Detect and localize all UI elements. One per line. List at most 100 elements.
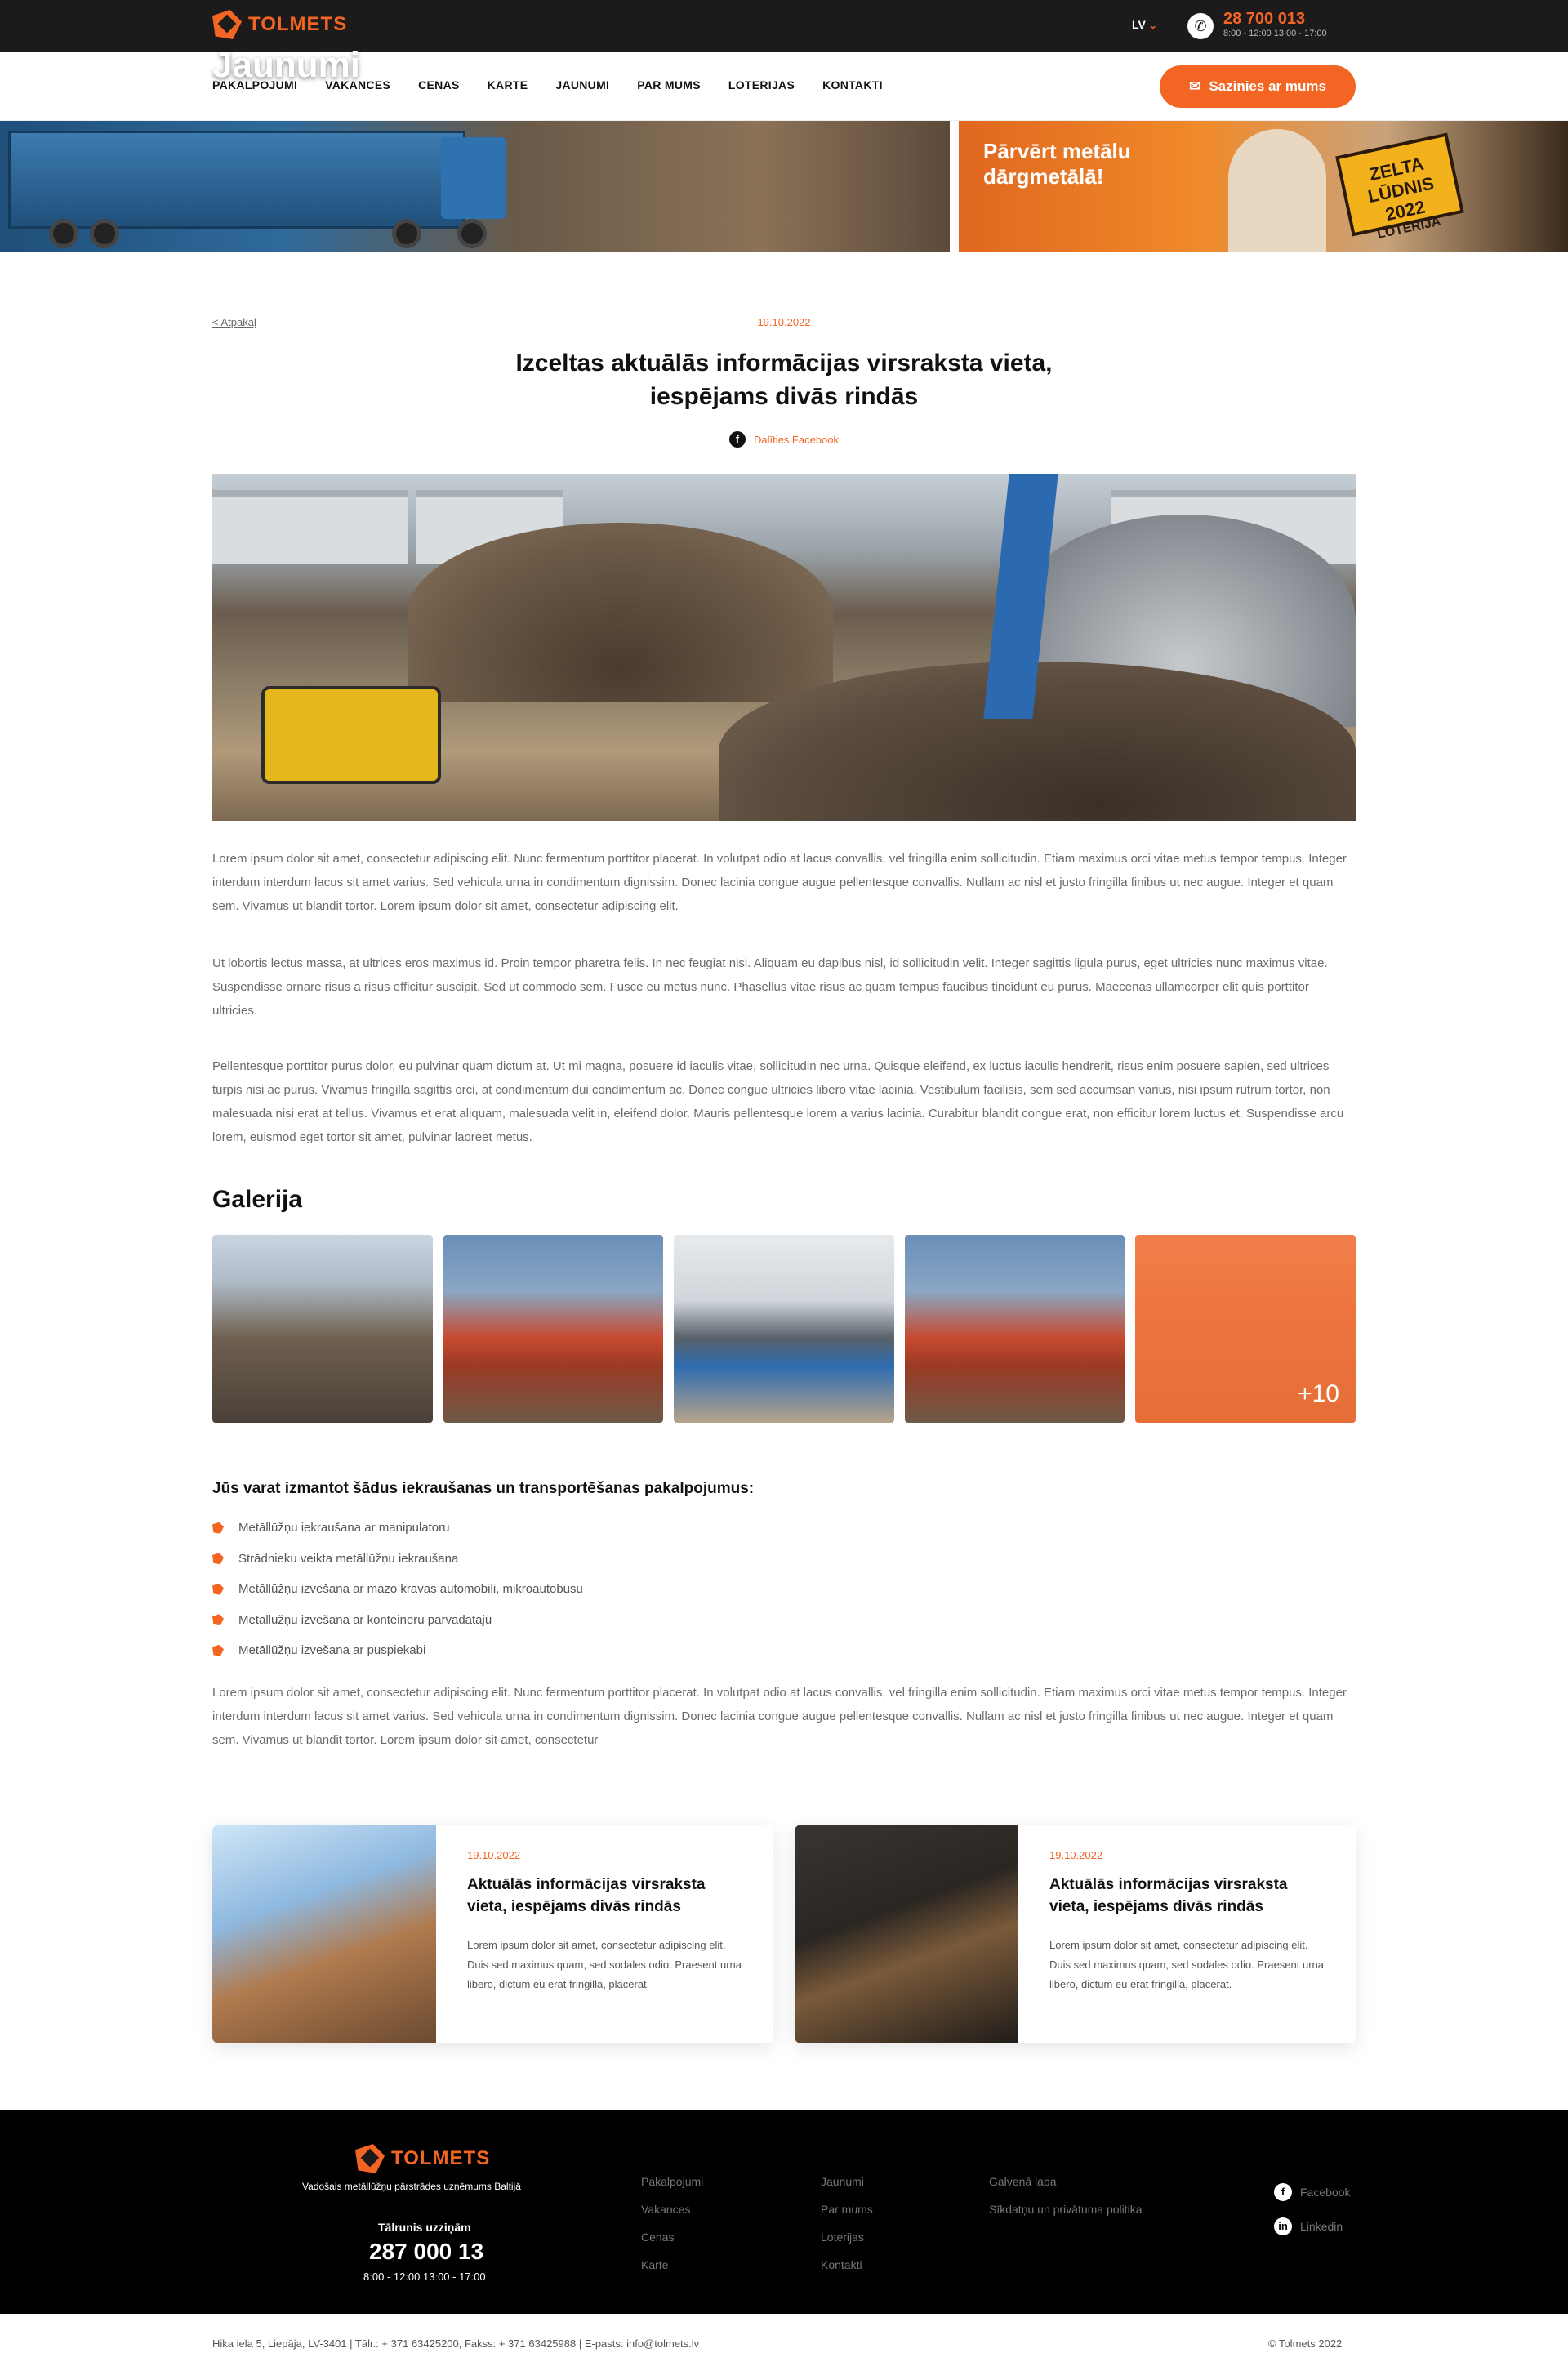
linkedin-icon: in bbox=[1274, 2217, 1292, 2235]
footer-links-col3: Galvenā lapa Sīkdatņu un privātuma polit… bbox=[989, 2175, 1143, 2231]
article-closing-paragraph: Lorem ipsum dolor sit amet, consectetur … bbox=[212, 1686, 1347, 1747]
footer-link[interactable]: Pakalpojumi bbox=[641, 2175, 703, 2203]
hero-truck-image bbox=[8, 131, 466, 229]
footer-links-col1: Pakalpojumi Vakances Cenas Karte bbox=[641, 2175, 703, 2286]
list-item: Metāllūžņu izvešana ar mazo kravas autom… bbox=[212, 1574, 583, 1605]
service-label: Metāllūžņu izvešana ar konteineru pārvad… bbox=[238, 1612, 492, 1627]
phone-icon: ✆ bbox=[1187, 13, 1214, 39]
nav-item-jaunumi[interactable]: JAUNUMI bbox=[555, 78, 609, 91]
footer-tagline: Vadošais metāllūžņu pārstrādes uzņēmums … bbox=[302, 2181, 521, 2192]
logo-icon bbox=[212, 10, 242, 39]
nav-item-kontakti[interactable]: KONTAKTI bbox=[822, 78, 883, 91]
lottery-promo-banner[interactable]: Pārvērt metālu dārgmetālā! ZELTA LŪDNIS … bbox=[959, 121, 1568, 252]
promo-text: Pārvērt metālu dārgmetālā! bbox=[983, 139, 1131, 189]
logo-text: TOLMETS bbox=[248, 13, 348, 35]
footer-logo-text: TOLMETS bbox=[391, 2147, 491, 2169]
news-card-date: 19.10.2022 bbox=[1049, 1849, 1103, 1861]
image-building bbox=[212, 490, 408, 564]
news-card-image bbox=[795, 1825, 1018, 2043]
social-label: Linkedin bbox=[1300, 2220, 1343, 2233]
news-card[interactable]: 19.10.2022 Aktuālās informācijas virsrak… bbox=[795, 1825, 1356, 2043]
footer-links-col2: Jaunumi Par mums Loterijas Kontakti bbox=[821, 2175, 873, 2286]
footer-link[interactable]: Jaunumi bbox=[821, 2175, 873, 2203]
page-title: Jaunumi bbox=[212, 45, 360, 85]
tolmets-bullet-icon bbox=[212, 1614, 224, 1626]
gallery-thumb[interactable] bbox=[904, 1235, 1125, 1423]
top-phone-hours: 8:00 - 12:00 13:00 - 17:00 bbox=[1223, 29, 1327, 38]
list-item: Strādnieku veikta metāllūžņu iekraušana bbox=[212, 1544, 583, 1575]
chevron-down-icon: ⌄ bbox=[1148, 20, 1157, 31]
social-label: Facebook bbox=[1300, 2186, 1351, 2199]
tolmets-bullet-icon bbox=[212, 1644, 224, 1656]
facebook-icon: f bbox=[728, 431, 746, 448]
article-paragraph: Pellentesque porttitor purus dolor, eu p… bbox=[212, 1059, 1344, 1144]
scrap-pile bbox=[408, 523, 833, 702]
gallery-thumb[interactable] bbox=[443, 1235, 664, 1423]
news-card-date: 19.10.2022 bbox=[467, 1849, 521, 1861]
footer-link[interactable]: Loterijas bbox=[821, 2231, 873, 2258]
list-item: Metāllūžņu izvešana ar konteineru pārvad… bbox=[212, 1605, 583, 1636]
footer-link[interactable]: Kontakti bbox=[821, 2258, 873, 2286]
footer-phone[interactable]: 287 000 13 bbox=[369, 2239, 483, 2265]
gallery-more-thumb[interactable]: +10 bbox=[1135, 1235, 1356, 1423]
contact-us-button[interactable]: ✉ Sazinies ar mums bbox=[1160, 65, 1356, 108]
list-item: Metāllūžņu izvešana ar puspiekabi bbox=[212, 1635, 583, 1666]
news-card-text: Lorem ipsum dolor sit amet, consectetur … bbox=[467, 1939, 742, 1990]
hero-wheel bbox=[392, 219, 421, 248]
hero-wheel bbox=[90, 219, 119, 248]
article-date: 19.10.2022 bbox=[757, 316, 811, 328]
facebook-icon: f bbox=[1274, 2183, 1292, 2201]
nav-item-loterijas[interactable]: LOTERIJAS bbox=[728, 78, 795, 91]
footer-link[interactable]: Cenas bbox=[641, 2231, 703, 2258]
top-phone-number[interactable]: 28 700 013 bbox=[1223, 10, 1305, 29]
hero-wheel bbox=[457, 219, 487, 248]
tolmets-bullet-icon bbox=[212, 1522, 224, 1534]
footer-phone-label: Tālrunis uzziņām bbox=[378, 2221, 471, 2234]
gallery-title: Galerija bbox=[212, 1186, 303, 1213]
footer-link[interactable]: Vakances bbox=[641, 2203, 703, 2231]
brand-logo[interactable]: TOLMETS bbox=[212, 10, 347, 39]
language-selector[interactable]: LV ⌄ bbox=[1132, 18, 1157, 31]
service-label: Metāllūžņu izvešana ar mazo kravas autom… bbox=[238, 1582, 583, 1597]
nav-item-par-mums[interactable]: PAR MUMS bbox=[637, 78, 701, 91]
article-main-image bbox=[212, 474, 1356, 821]
footer-hours: 8:00 - 12:00 13:00 - 17:00 bbox=[363, 2271, 486, 2283]
footer-logo[interactable]: TOLMETS bbox=[355, 2144, 490, 2173]
nav-item-karte[interactable]: KARTE bbox=[488, 78, 528, 91]
social-linkedin[interactable]: in Linkedin bbox=[1274, 2209, 1350, 2244]
service-label: Metāllūžņu izvešana ar puspiekabi bbox=[238, 1643, 426, 1658]
article-paragraph: Lorem ipsum dolor sit amet, consectetur … bbox=[212, 852, 1347, 913]
hero-banner bbox=[0, 121, 950, 252]
gallery: +10 bbox=[212, 1235, 1356, 1423]
footer-social: f Facebook in Linkedin bbox=[1274, 2175, 1350, 2244]
news-card-title[interactable]: Aktuālās informācijas virsraksta vieta, … bbox=[1049, 1874, 1327, 1918]
tolmets-bullet-icon bbox=[212, 1553, 224, 1565]
language-label: LV bbox=[1132, 18, 1146, 31]
service-label: Strādnieku veikta metāllūžņu iekraušana bbox=[238, 1551, 459, 1566]
footer-copyright: © Tolmets 2022 bbox=[1268, 2338, 1343, 2350]
gallery-thumb[interactable] bbox=[674, 1235, 894, 1423]
services-list: Metāllūžņu iekraušana ar manipulatoru St… bbox=[212, 1513, 583, 1666]
footer-link[interactable]: Galvenā lapa bbox=[989, 2175, 1143, 2203]
footer-address: Hika iela 5, Liepāja, LV-3401 | Tālr.: +… bbox=[212, 2338, 700, 2350]
news-card-text: Lorem ipsum dolor sit amet, consectetur … bbox=[1049, 1939, 1325, 1990]
share-label: Dalīties Facebook bbox=[753, 433, 840, 446]
footer: TOLMETS Vadošais metāllūžņu pārstrādes u… bbox=[0, 2110, 1568, 2314]
hero-truck-cab bbox=[441, 137, 506, 219]
social-facebook[interactable]: f Facebook bbox=[1274, 2175, 1350, 2209]
gallery-more-count: +10 bbox=[1298, 1380, 1339, 1407]
share-facebook[interactable]: f Dalīties Facebook bbox=[0, 431, 1568, 448]
footer-link[interactable]: Sīkdatņu un privātuma politika bbox=[989, 2203, 1143, 2231]
news-card-title[interactable]: Aktuālās informācijas virsraksta vieta, … bbox=[467, 1874, 745, 1918]
hero-wheel bbox=[49, 219, 78, 248]
footer-link[interactable]: Karte bbox=[641, 2258, 703, 2286]
lottery-badge: ZELTA LŪDNIS 2022 LOTERIJA bbox=[1335, 132, 1464, 242]
news-card[interactable]: 19.10.2022 Aktuālās informācijas virsrak… bbox=[212, 1825, 773, 2043]
services-title: Jūs varat izmantot šādus iekraušanas un … bbox=[212, 1480, 755, 1497]
gallery-thumb[interactable] bbox=[212, 1235, 433, 1423]
footer-link[interactable]: Par mums bbox=[821, 2203, 873, 2231]
tolmets-bullet-icon bbox=[212, 1583, 224, 1595]
contact-us-label: Sazinies ar mums bbox=[1209, 78, 1326, 94]
nav-item-cenas[interactable]: CENAS bbox=[418, 78, 460, 91]
image-loader bbox=[261, 686, 441, 784]
